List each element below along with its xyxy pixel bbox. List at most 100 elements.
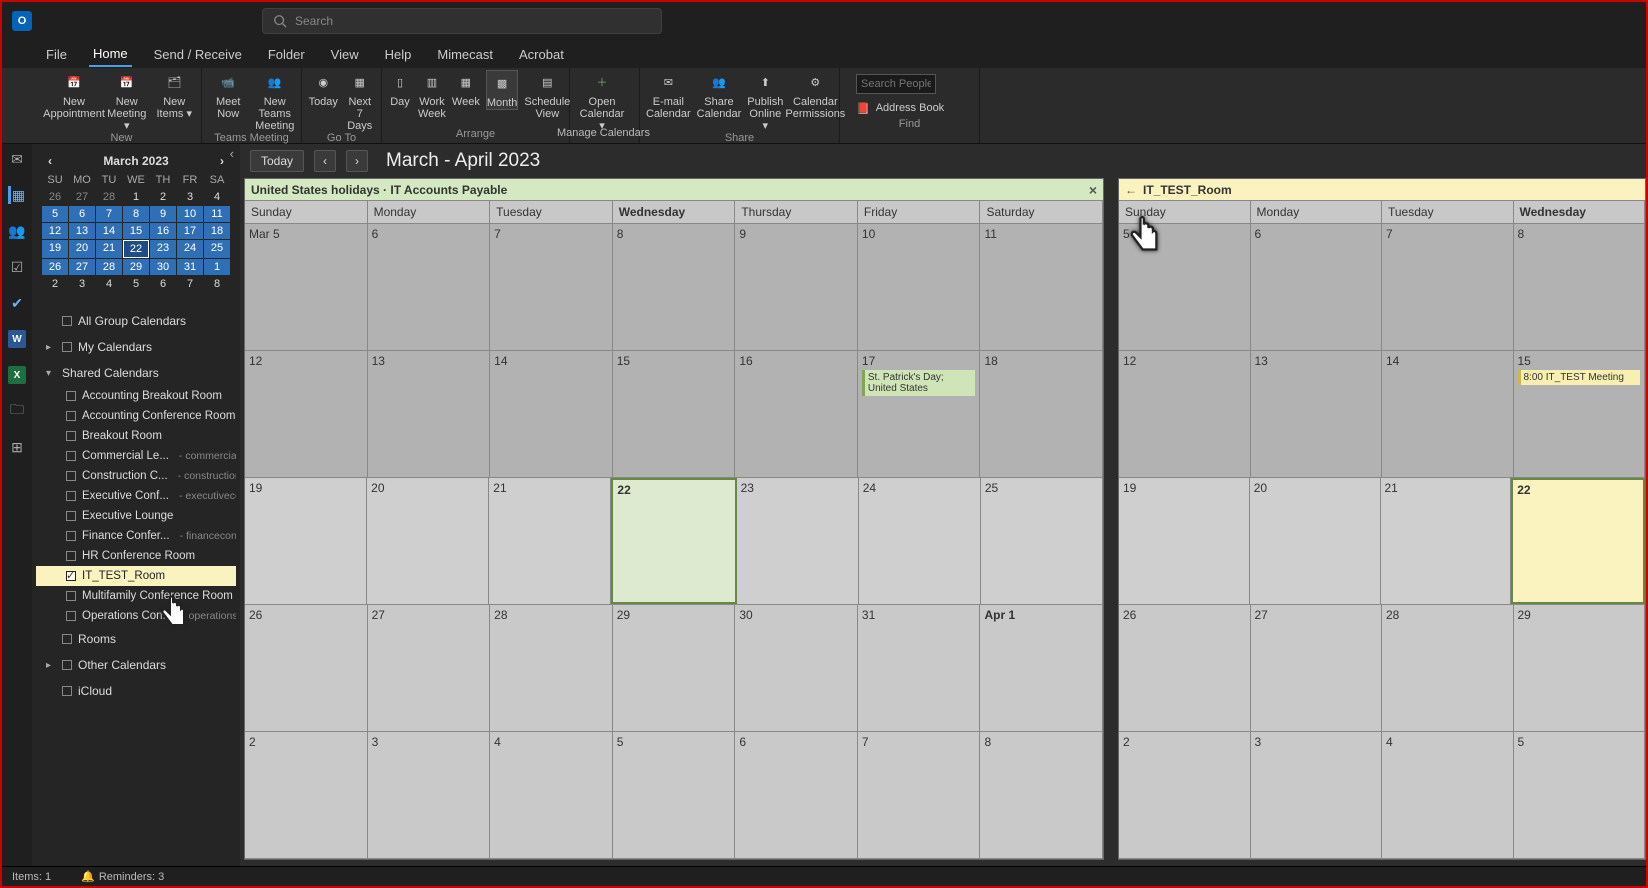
day-cell[interactable]: 13 [368,351,491,477]
day-cell[interactable]: 6 [1251,224,1383,350]
shared-operations-con-[interactable]: Operations Con...- operationsco... [36,606,236,626]
sidebar-collapse-icon[interactable]: ‹ [230,146,234,161]
tree-shared-calendars[interactable]: ▾Shared Calendars [36,360,236,386]
mini-day[interactable]: 10 [177,206,203,222]
day-cell[interactable]: 24 [859,478,981,604]
mini-day[interactable]: 21 [96,240,122,258]
day-cell[interactable]: 8 [613,224,736,350]
day-cell[interactable]: 30 [735,605,858,731]
day-cell[interactable]: 17St. Patrick's Day; United States [858,351,981,477]
day-cell[interactable]: 22 [1511,478,1645,604]
mini-day[interactable]: 5 [42,206,68,222]
ribbon-week[interactable]: ▦Week [452,70,480,108]
mini-day[interactable]: 9 [150,206,176,222]
day-cell[interactable]: 12 [1119,351,1251,477]
day-cell[interactable]: 16 [735,351,858,477]
mini-prev-icon[interactable]: ‹ [48,154,52,168]
mini-day[interactable]: 31 [177,259,203,275]
ribbon-next-days[interactable]: ▦Next 7 Days [345,70,376,132]
ribbon-today[interactable]: ◉Today [308,70,339,108]
mini-day[interactable]: 26 [42,259,68,275]
day-cell[interactable]: 11 [980,224,1103,350]
mini-day[interactable]: 29 [123,259,149,275]
mini-day[interactable]: 18 [204,223,230,239]
shared-executive-lounge[interactable]: Executive Lounge [36,506,236,526]
search-people-input[interactable] [856,74,936,94]
calendar-event[interactable]: 8:00 IT_TEST Meeting [1518,370,1641,385]
day-cell[interactable]: 25 [981,478,1103,604]
day-cell[interactable]: 31 [858,605,981,731]
rail-people-icon[interactable]: 👥 [8,222,26,240]
mini-day[interactable]: 5 [123,276,149,292]
mini-day[interactable]: 13 [69,223,95,239]
ribbon-new-items-[interactable]: 🗂New Items ▾ [154,70,196,120]
ribbon-new-meeting-[interactable]: 📅New Meeting ▾ [106,70,148,132]
rail-files-icon[interactable]: 🗀 [8,402,26,420]
mini-next-icon[interactable]: › [220,154,224,168]
day-cell[interactable]: Mar 5 [245,224,368,350]
ribbon-new-appointment[interactable]: 📅New Appointment [48,70,100,120]
day-cell[interactable]: 28 [1382,605,1514,731]
ribbon-meet-now[interactable]: 📹Meet Now [208,70,249,120]
panel-main-close-icon[interactable]: × [1089,182,1097,198]
ribbon-day[interactable]: ▯Day [388,70,412,108]
mini-day[interactable]: 17 [177,223,203,239]
shared-breakout-room[interactable]: Breakout Room [36,426,236,446]
day-cell[interactable]: 19 [245,478,367,604]
rail-calendar-icon[interactable]: ▦ [8,186,26,204]
mini-day[interactable]: 20 [69,240,95,258]
mini-day[interactable]: 1 [204,259,230,275]
mini-day[interactable]: 2 [42,276,68,292]
ribbon-open-calendar-[interactable]: ＋Open Calendar ▾ [576,70,628,132]
day-cell[interactable]: 21 [1381,478,1512,604]
shared-multifamily-conference-room[interactable]: Multifamily Conference Room [36,586,236,606]
shared-accounting-breakout-room[interactable]: Accounting Breakout Room [36,386,236,406]
menu-acrobat[interactable]: Acrobat [515,43,568,66]
day-cell[interactable]: 28 [490,605,613,731]
status-reminders[interactable]: 🔔 Reminders: 3 [81,870,164,883]
day-cell[interactable]: 29 [1514,605,1646,731]
mini-day[interactable]: 15 [123,223,149,239]
day-cell[interactable]: 26 [1119,605,1251,731]
mini-day[interactable]: 6 [69,206,95,222]
rail-more-icon[interactable]: ⊞ [8,438,26,456]
ribbon-work-week[interactable]: ▥Work Week [418,70,446,120]
shared-executive-conf-[interactable]: Executive Conf...- executiveconf... [36,486,236,506]
day-cell[interactable]: 6 [368,224,491,350]
day-cell[interactable]: 14 [490,351,613,477]
mini-day[interactable]: 27 [69,259,95,275]
manage-calendars-link[interactable]: Manage Calendars [557,127,650,139]
mini-day[interactable]: 19 [42,240,68,258]
day-cell[interactable]: 8 [980,732,1103,858]
day-cell[interactable]: 3 [368,732,491,858]
day-cell[interactable]: 21 [489,478,611,604]
mini-day[interactable]: 28 [96,259,122,275]
mini-day[interactable]: 6 [150,276,176,292]
shared-it-test-room[interactable]: IT_TEST_Room [36,566,236,586]
menu-mimecast[interactable]: Mimecast [433,43,497,66]
day-cell[interactable]: 7 [858,732,981,858]
mini-day[interactable]: 8 [123,206,149,222]
tree-other-calendars[interactable]: ▸Other Calendars [36,652,236,678]
day-cell[interactable]: 6 [735,732,858,858]
menu-help[interactable]: Help [381,43,416,66]
day-cell[interactable]: 5 [613,732,736,858]
day-cell[interactable]: 2 [1119,732,1251,858]
day-cell[interactable]: 4 [1382,732,1514,858]
mini-day[interactable]: 30 [150,259,176,275]
mini-day[interactable]: 8 [204,276,230,292]
day-cell[interactable]: 20 [1250,478,1381,604]
day-cell[interactable]: 27 [1251,605,1383,731]
mini-day[interactable]: 14 [96,223,122,239]
day-cell[interactable]: 14 [1382,351,1514,477]
tree-rooms[interactable]: Rooms [36,626,236,652]
tree-my-calendars[interactable]: ▸My Calendars [36,334,236,360]
panel-side-back-icon[interactable]: ← [1125,183,1137,197]
ribbon-schedule-view[interactable]: ▤Schedule View [524,70,570,120]
global-search[interactable]: Search [262,8,662,34]
mini-day[interactable]: 23 [150,240,176,258]
day-cell[interactable]: 27 [368,605,491,731]
day-cell[interactable]: 7 [490,224,613,350]
day-cell[interactable]: 22 [611,478,736,604]
mini-day[interactable]: 3 [69,276,95,292]
